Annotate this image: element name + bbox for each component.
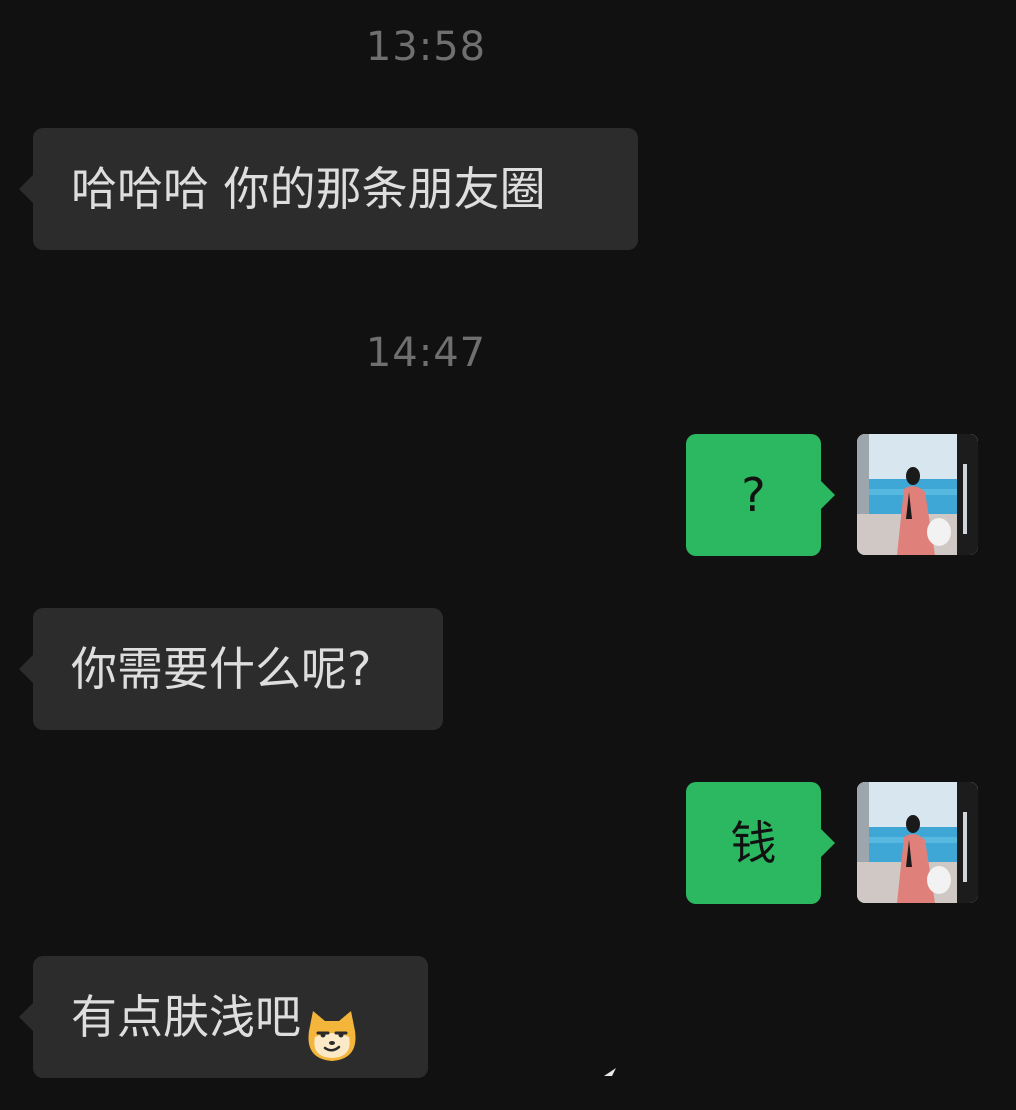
- message-text: ?: [741, 468, 766, 522]
- user-avatar-icon[interactable]: [857, 434, 978, 555]
- timestamp: 13:58: [365, 24, 487, 70]
- message-text: 有点肤浅吧: [71, 990, 301, 1044]
- message-bubble-incoming[interactable]: 你需要什么呢?: [19, 608, 443, 730]
- message-text: 钱: [730, 816, 777, 870]
- cursor-icon: [604, 1068, 616, 1076]
- user-avatar-icon[interactable]: [857, 782, 978, 903]
- smug-cat-emoji-icon: [303, 988, 361, 1061]
- message-text: 你需要什么呢?: [71, 642, 372, 696]
- message-bubble-outgoing[interactable]: 钱: [686, 782, 835, 904]
- timestamp: 14:47: [365, 330, 487, 376]
- message-bubble-outgoing[interactable]: ?: [686, 434, 835, 556]
- message-bubble-incoming[interactable]: 有点肤浅吧: [19, 956, 428, 1078]
- message-text: 哈哈哈 你的那条朋友圈: [71, 162, 546, 216]
- message-bubble-incoming[interactable]: 哈哈哈 你的那条朋友圈: [19, 128, 638, 250]
